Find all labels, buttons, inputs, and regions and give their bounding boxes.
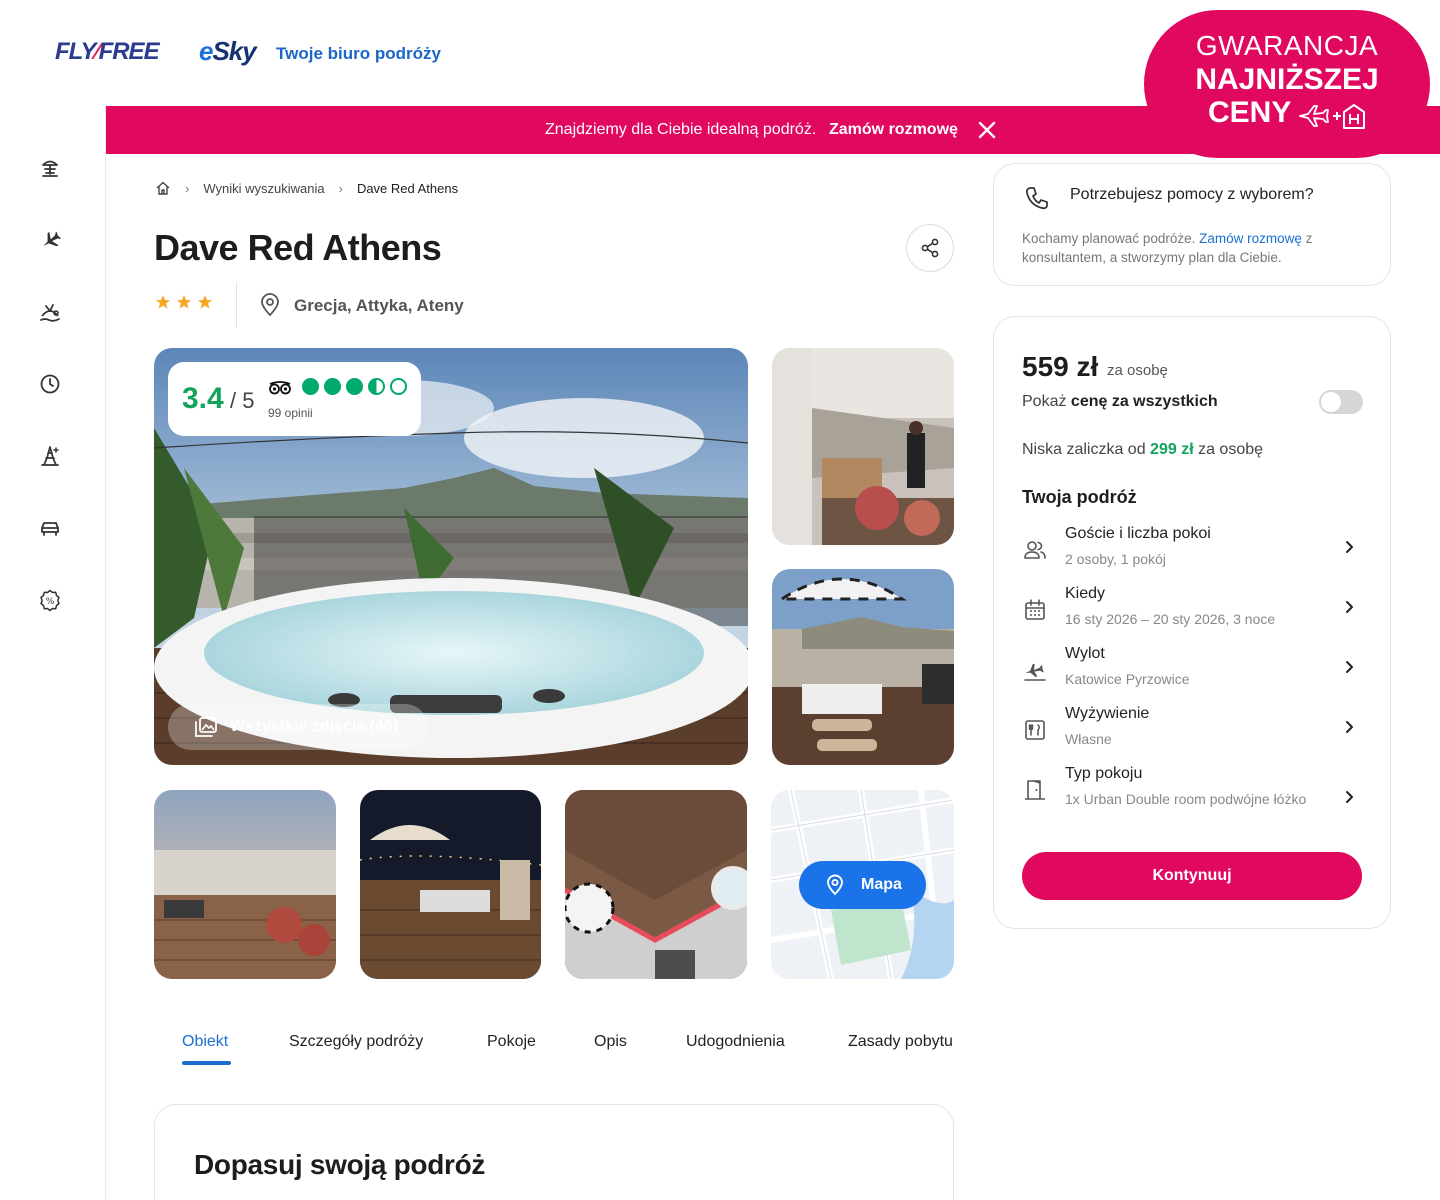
chevron-right-icon [1346,721,1353,733]
sidebar: % [0,106,106,1200]
breadcrumb-results-link[interactable]: Wyniki wyszukiwania [203,181,324,196]
help-description: Kochamy planować podróże. Zamów rozmowę … [1022,231,1313,265]
home-icon[interactable] [155,180,171,196]
close-icon[interactable] [976,119,998,141]
show-total-price-label: Pokaż cenę za wszystkich [1022,393,1218,410]
breadcrumb-separator: › [185,180,190,196]
hotel-stars [155,294,213,310]
booking-card: 559 zł za osobę Pokaż cenę za wszystkich… [993,316,1391,929]
help-card: Potrzebujesz pomocy z wyborem? Kochamy p… [993,163,1391,286]
discount-icon[interactable]: % [38,588,62,612]
show-total-price-toggle[interactable] [1319,390,1363,414]
rating-max: / 5 [230,388,255,413]
rating-bubble [390,378,407,395]
tab-obiekt[interactable]: Obiekt [182,1033,228,1051]
flight-hotel-icon [1299,104,1365,129]
esky-logo[interactable]: eSky [199,36,257,67]
customize-trip-section: Dopasuj swoją podróż [154,1104,954,1200]
departure-icon [1024,663,1046,681]
share-icon [921,238,939,258]
star-icon [198,295,212,309]
clock-icon[interactable] [38,372,62,396]
map-button[interactable]: Mapa [799,861,926,909]
rating-score: 3.4 [182,382,224,415]
trip-row-meals[interactable]: Wyżywienie Własne [994,705,1392,761]
trip-row-dates[interactable]: Kiedy 16 sty 2026 – 20 sty 2026, 3 noce [994,585,1392,641]
tab-opis[interactable]: Opis [594,1033,627,1051]
breadcrumb-current: Dave Red Athens [356,180,459,196]
gallery-photo[interactable] [154,790,336,979]
price: 559 zł [1022,351,1099,382]
star-icon [156,295,170,309]
divider [236,282,237,328]
rating-card[interactable]: 3.4 / 5 99 opinii [168,362,421,436]
badge-line2: NAJNIŻSZEJ [1195,63,1379,96]
gallery-photo[interactable] [772,348,954,545]
all-photos-label: Wszystkie zdjęcia (46) [230,718,399,735]
chevron-right-icon [1346,661,1353,673]
gallery-photo[interactable] [565,790,747,979]
deposit-info: Niska zaliczka od 299 zł za osobę [1022,441,1264,458]
map-button-label: Mapa [861,876,902,893]
badge-line3: CENY [1208,96,1292,129]
location-pin-icon [261,293,279,317]
trip-title: Twoja podróż [1022,487,1137,507]
continue-button[interactable]: Kontynuuj [1022,852,1362,900]
calendar-icon [1025,599,1045,620]
help-question: Potrzebujesz pomocy z wyborem? [1070,186,1314,203]
hotel-location: Grecja, Attyka, Ateny [294,296,464,315]
section-title: Dopasuj swoją podróż [194,1149,486,1180]
gallery-icon [195,717,217,737]
svg-text:%: % [46,597,55,607]
rating-bubble [346,378,363,395]
all-photos-button[interactable]: Wszystkie zdjęcia (46) [168,704,428,750]
section-tabs: Obiekt Szczegóły podróży Pokoje Opis Udo… [154,1030,954,1070]
lowest-price-guarantee-badge: GWARANCJA NAJNIŻSZEJ CENY [1144,10,1430,158]
hotel-title: Dave Red Athens [154,227,442,268]
gallery-photo[interactable] [360,790,541,979]
car-icon[interactable] [38,516,62,540]
deposit-amount: 299 zł [1150,441,1194,458]
plane-icon[interactable] [38,228,62,252]
gallery-photo[interactable] [772,569,954,765]
eiffel-tower-icon[interactable] [38,444,62,468]
tagline: Twoje biuro podróży [276,44,441,63]
share-button[interactable] [906,224,954,272]
chevron-right-icon [1346,601,1353,613]
tab-zasady-pobytu[interactable]: Zasady pobytu [848,1033,953,1051]
map-pin-icon [827,874,843,896]
tab-szczegoly-podrozy[interactable]: Szczegóły podróży [289,1033,423,1051]
tab-udogodnienia[interactable]: Udogodnienia [686,1033,785,1051]
trip-row-departure[interactable]: Wylot Katowice Pyrzowice [994,645,1392,701]
tripadvisor-icon [269,381,291,395]
price-unit: za osobę [1107,362,1168,379]
rating-bubble [368,378,385,395]
rating-bubbles [302,378,407,395]
breadcrumb: › Wyniki wyszukiwania › Dave Red Athens [155,180,458,196]
chevron-right-icon [1346,791,1353,803]
rating-bubble [302,378,319,395]
active-tab-indicator [182,1061,231,1065]
rating-bubble [324,378,341,395]
order-call-link[interactable]: Zamów rozmowę [829,121,958,139]
door-icon [1025,780,1045,800]
promo-message: Znajdziemy dla Ciebie idealną podróż. [545,121,817,138]
trip-row-room-type[interactable]: Typ pokoju 1x Urban Double room podwójne… [994,765,1392,835]
trip-row-guests[interactable]: Goście i liczba pokoi 2 osoby, 1 pokój [994,525,1392,581]
help-order-call-link[interactable]: Zamów rozmowę [1199,231,1302,246]
star-icon [177,295,191,309]
phone-icon [1025,187,1048,210]
guests-icon [1024,541,1046,559]
tab-pokoje[interactable]: Pokoje [487,1033,536,1051]
badge-line1: GWARANCJA [1195,30,1379,61]
flyfree-logo[interactable]: FLY⁄FREE [55,38,160,66]
reviews-count[interactable]: 99 opinii [268,406,313,420]
chevron-right-icon [1346,541,1353,553]
meal-icon [1025,720,1045,740]
beach-umbrella-icon[interactable] [38,156,62,180]
breadcrumb-separator: › [338,180,343,196]
island-icon[interactable] [38,300,62,324]
